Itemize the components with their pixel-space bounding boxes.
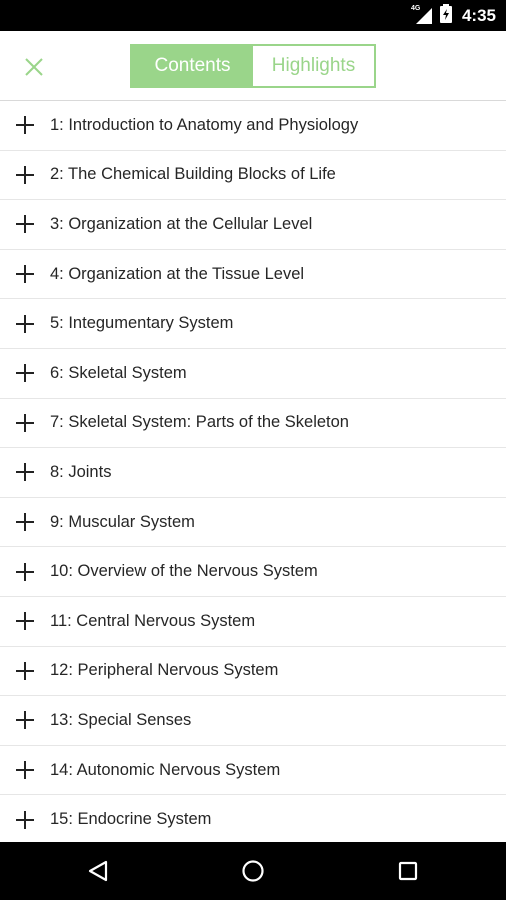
recents-square-icon [398,861,418,881]
tab-highlights[interactable]: Highlights [253,46,374,86]
list-item[interactable]: 12: Peripheral Nervous System [0,647,506,697]
expand-plus-icon[interactable] [16,265,34,284]
expand-plus-icon[interactable] [16,364,34,383]
expand-plus-icon[interactable] [16,463,34,482]
chapter-label: 12: Peripheral Nervous System [50,661,279,680]
chapter-label: 15: Endocrine System [50,810,212,829]
back-triangle-icon [88,860,108,882]
list-item[interactable]: 15: Endocrine System [0,795,506,842]
network-type: 4G [410,4,421,12]
close-icon [25,58,43,76]
battery-icon [439,3,452,28]
chapter-label: 4: Organization at the Tissue Level [50,264,305,283]
home-button[interactable] [233,851,273,891]
list-item[interactable]: 9: Muscular System [0,498,506,548]
status-bar: 4G 4:35 [0,0,506,31]
chapter-label: 1: Introduction to Anatomy and Physiolog… [50,115,359,134]
expand-plus-icon[interactable] [16,215,34,234]
list-item[interactable]: 2: The Chemical Building Blocks of Life [0,151,506,201]
list-item[interactable]: 3: Organization at the Cellular Level [0,200,506,250]
chapter-label: 13: Special Senses [50,710,192,729]
status-time: 4:35 [461,5,496,25]
list-item[interactable]: 10: Overview of the Nervous System [0,547,506,597]
recents-button[interactable] [388,851,428,891]
close-button[interactable] [18,51,50,83]
list-item[interactable]: 6: Skeletal System [0,349,506,399]
expand-plus-icon[interactable] [16,810,34,829]
signal-icon: 4G [410,4,434,25]
expand-plus-icon[interactable] [16,612,34,631]
status-icons: 4G 4:35 [410,0,496,31]
expand-plus-icon[interactable] [16,661,34,680]
back-button[interactable] [78,851,118,891]
chapter-label: 9: Muscular System [50,512,195,531]
chapter-label: 5: Integumentary System [50,314,234,333]
list-item[interactable]: 1: Introduction to Anatomy and Physiolog… [0,101,506,151]
chapter-label: 10: Overview of the Nervous System [50,562,318,581]
chapter-label: 3: Organization at the Cellular Level [50,214,313,233]
view-switcher: Contents Highlights [130,44,376,88]
expand-plus-icon[interactable] [16,513,34,532]
list-item[interactable]: 14: Autonomic Nervous System [0,746,506,796]
expand-plus-icon[interactable] [16,761,34,780]
navigation-bar [0,842,506,900]
list-item[interactable]: 5: Integumentary System [0,299,506,349]
chapter-label: 8: Joints [50,462,112,481]
list-item[interactable]: 11: Central Nervous System [0,597,506,647]
chapter-label: 7: Skeletal System: Parts of the Skeleto… [50,413,349,432]
expand-plus-icon[interactable] [16,711,34,730]
expand-plus-icon[interactable] [16,165,34,184]
expand-plus-icon[interactable] [16,413,34,432]
list-item[interactable]: 4: Organization at the Tissue Level [0,250,506,300]
chapter-label: 2: The Chemical Building Blocks of Life [50,165,336,184]
tab-contents[interactable]: Contents [132,46,253,86]
list-item[interactable]: 7: Skeletal System: Parts of the Skeleto… [0,399,506,449]
expand-plus-icon[interactable] [16,116,34,135]
toolbar: Contents Highlights [0,31,506,101]
expand-plus-icon[interactable] [16,562,34,581]
chapter-label: 14: Autonomic Nervous System [50,760,281,779]
expand-plus-icon[interactable] [16,314,34,333]
list-item[interactable]: 13: Special Senses [0,696,506,746]
chapter-list: 1: Introduction to Anatomy and Physiolog… [0,101,506,842]
chapter-label: 11: Central Nervous System [50,611,256,630]
home-circle-icon [242,860,264,882]
list-item[interactable]: 8: Joints [0,448,506,498]
chapter-label: 6: Skeletal System [50,363,187,382]
